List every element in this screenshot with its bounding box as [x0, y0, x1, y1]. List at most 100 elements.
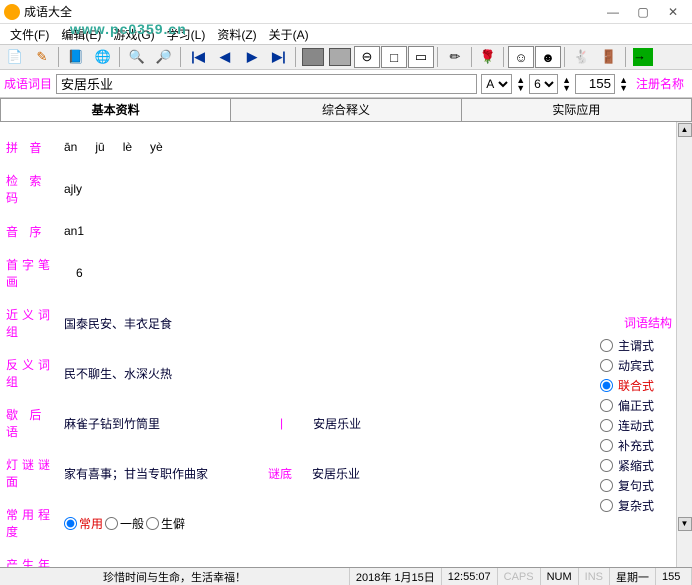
num-select[interactable]: 6	[529, 74, 558, 94]
niandai-label: 产生年代	[6, 556, 64, 567]
jiansuo-label: 检 索 码	[6, 172, 64, 206]
smile2-icon[interactable]: ☻	[535, 46, 561, 68]
tool-magnify-icon[interactable]: 🔍	[124, 46, 150, 68]
jiansuo-value: ajly	[64, 182, 82, 196]
tab-basic[interactable]: 基本资料	[0, 98, 231, 121]
window-title: 成语大全	[24, 3, 598, 20]
app-icon	[4, 4, 20, 20]
green-exit-icon[interactable]: →	[630, 46, 656, 68]
menu-file[interactable]: 文件(F)	[4, 26, 55, 43]
tool-new-icon[interactable]: 📄	[2, 46, 28, 68]
status-caps: CAPS	[498, 568, 541, 585]
menu-about[interactable]: 关于(A)	[263, 26, 315, 43]
xiehouyu-label: 歇 后 语	[6, 406, 64, 440]
tool-edit-icon[interactable]: ✎	[29, 46, 55, 68]
idiom-input[interactable]	[56, 74, 477, 94]
xiehouyu-sep: |	[280, 416, 283, 430]
changyong-label: 常用程度	[6, 506, 64, 540]
structure-panel: 词语结构 主谓式 动宾式 联合式 偏正式 连动式 补充式 紧缩式 复句式 复杂式	[600, 314, 672, 514]
letter-select[interactable]: A	[481, 74, 512, 94]
xiehouyu-ans: 安居乐业	[313, 415, 361, 432]
scrollbar[interactable]: ▲ ▼	[676, 122, 692, 567]
radio-shengpi[interactable]: 生僻	[146, 515, 185, 532]
scroll-up-icon[interactable]: ▲	[678, 123, 692, 137]
yellow3-icon[interactable]: ▭	[408, 46, 434, 68]
count-input[interactable]	[575, 74, 615, 94]
door-icon[interactable]: 🚪	[596, 46, 622, 68]
tool-book-icon[interactable]: 📘	[63, 46, 89, 68]
struct-jinsuo[interactable]: 紧缩式	[600, 457, 672, 474]
xiehouyu-value: 麻雀子钻到竹筒里	[64, 415, 160, 432]
radio-changyong[interactable]: 常用	[64, 515, 103, 532]
struct-fuza[interactable]: 复杂式	[600, 497, 672, 514]
fanyi-label: 反义词组	[6, 356, 64, 390]
struct-lianhe[interactable]: 联合式	[600, 377, 672, 394]
struct-dongbin[interactable]: 动宾式	[600, 357, 672, 374]
fanyi-value: 民不聊生、水深火热	[64, 365, 172, 382]
spin-c[interactable]: ▲▼	[619, 76, 628, 92]
struct-liandong[interactable]: 连动式	[600, 417, 672, 434]
menu-data[interactable]: 资料(Z)	[211, 26, 262, 43]
tool-search2-icon[interactable]: 🔎	[151, 46, 177, 68]
status-num: NUM	[541, 568, 579, 585]
maximize-button[interactable]: ▢	[628, 1, 658, 23]
menubar: 文件(F) 编辑(E) 游戏(G) 学习(L) 资料(Z) 关于(A)	[0, 24, 692, 44]
tool-pen-icon[interactable]: ✏	[442, 46, 468, 68]
scroll-down-icon[interactable]: ▼	[678, 517, 692, 531]
minimize-button[interactable]: —	[598, 1, 628, 23]
nav-last-icon[interactable]: ▶|	[266, 46, 292, 68]
structure-title: 词语结构	[600, 314, 672, 331]
rabbit-icon[interactable]: 🐇	[569, 46, 595, 68]
rec-gray2-icon[interactable]	[327, 46, 353, 68]
menu-study[interactable]: 学习(L)	[161, 26, 212, 43]
yellow1-icon[interactable]: ⊖	[354, 46, 380, 68]
menu-edit[interactable]: 编辑(E)	[55, 26, 107, 43]
shouzi-value: 6	[76, 266, 83, 280]
register-label[interactable]: 注册名称	[632, 75, 688, 92]
rose-icon[interactable]: 🌹	[476, 47, 500, 67]
radio-yiban[interactable]: 一般	[105, 515, 144, 532]
yinxu-label: 音 序	[6, 223, 64, 240]
tabs: 基本资料 综合释义 实际应用	[0, 98, 692, 122]
spin-b[interactable]: ▲▼	[562, 76, 571, 92]
nav-prev-icon[interactable]: ◀	[212, 46, 238, 68]
status-ins: INS	[579, 568, 610, 585]
struct-pianzheng[interactable]: 偏正式	[600, 397, 672, 414]
pinyin-label: 拼 音	[6, 139, 64, 156]
status-weekday: 星期一	[610, 568, 656, 585]
status-date: 2018年 1月15日	[350, 568, 442, 585]
tab-meaning[interactable]: 综合释义	[231, 98, 461, 121]
struct-zhuwei[interactable]: 主谓式	[600, 337, 672, 354]
changyong-radios: 常用 一般 生僻	[64, 515, 185, 532]
menu-game[interactable]: 游戏(G)	[107, 26, 160, 43]
spin-a[interactable]: ▲▼	[516, 76, 525, 92]
jinyi-value: 国泰民安、丰衣足食	[64, 315, 172, 332]
nav-next-icon[interactable]: ▶	[239, 46, 265, 68]
jinyi-label: 近义词组	[6, 306, 64, 340]
close-button[interactable]: ✕	[658, 1, 688, 23]
status-tip: 珍惜时间与生命，生活幸福！	[0, 568, 350, 585]
statusbar: 珍惜时间与生命，生活幸福！ 2018年 1月15日 12:55:07 CAPS …	[0, 567, 692, 585]
toolbar: 📄 ✎ 📘 🌐 🔍 🔎 |◀ ◀ ▶ ▶| ⊖ □ ▭ ✏ 🌹 ☺ ☻ 🐇 🚪 …	[0, 44, 692, 70]
status-count: 155	[656, 568, 692, 585]
tab-usage[interactable]: 实际应用	[462, 98, 692, 121]
smile1-icon[interactable]: ☺	[508, 46, 534, 68]
struct-fuju[interactable]: 复句式	[600, 477, 672, 494]
tool-globe-icon[interactable]: 🌐	[90, 46, 116, 68]
status-time: 12:55:07	[442, 568, 498, 585]
midi-value: 安居乐业	[312, 465, 360, 482]
titlebar: 成语大全 — ▢ ✕	[0, 0, 692, 24]
idiom-label: 成语词目	[4, 75, 52, 92]
nav-first-icon[interactable]: |◀	[185, 46, 211, 68]
pinyin-value: ānjūlèyè	[64, 140, 181, 154]
dengmi-label: 灯谜谜面	[6, 456, 64, 490]
yinxu-value: an1	[64, 224, 84, 238]
shouzi-label: 首字笔画	[6, 256, 64, 290]
rec-gray-icon[interactable]	[300, 46, 326, 68]
searchbar: 成语词目 A ▲▼ 6 ▲▼ ▲▼ 注册名称	[0, 70, 692, 98]
yellow2-icon[interactable]: □	[381, 46, 407, 68]
midi-label: 谜底	[268, 465, 292, 482]
struct-buchong[interactable]: 补充式	[600, 437, 672, 454]
content-area: 拼 音 ānjūlèyè 检 索 码 ajly 音 序 an1 首字笔画 6 近…	[0, 122, 692, 567]
dengmi-value: 家有喜事；甘当专职作曲家	[64, 465, 208, 482]
